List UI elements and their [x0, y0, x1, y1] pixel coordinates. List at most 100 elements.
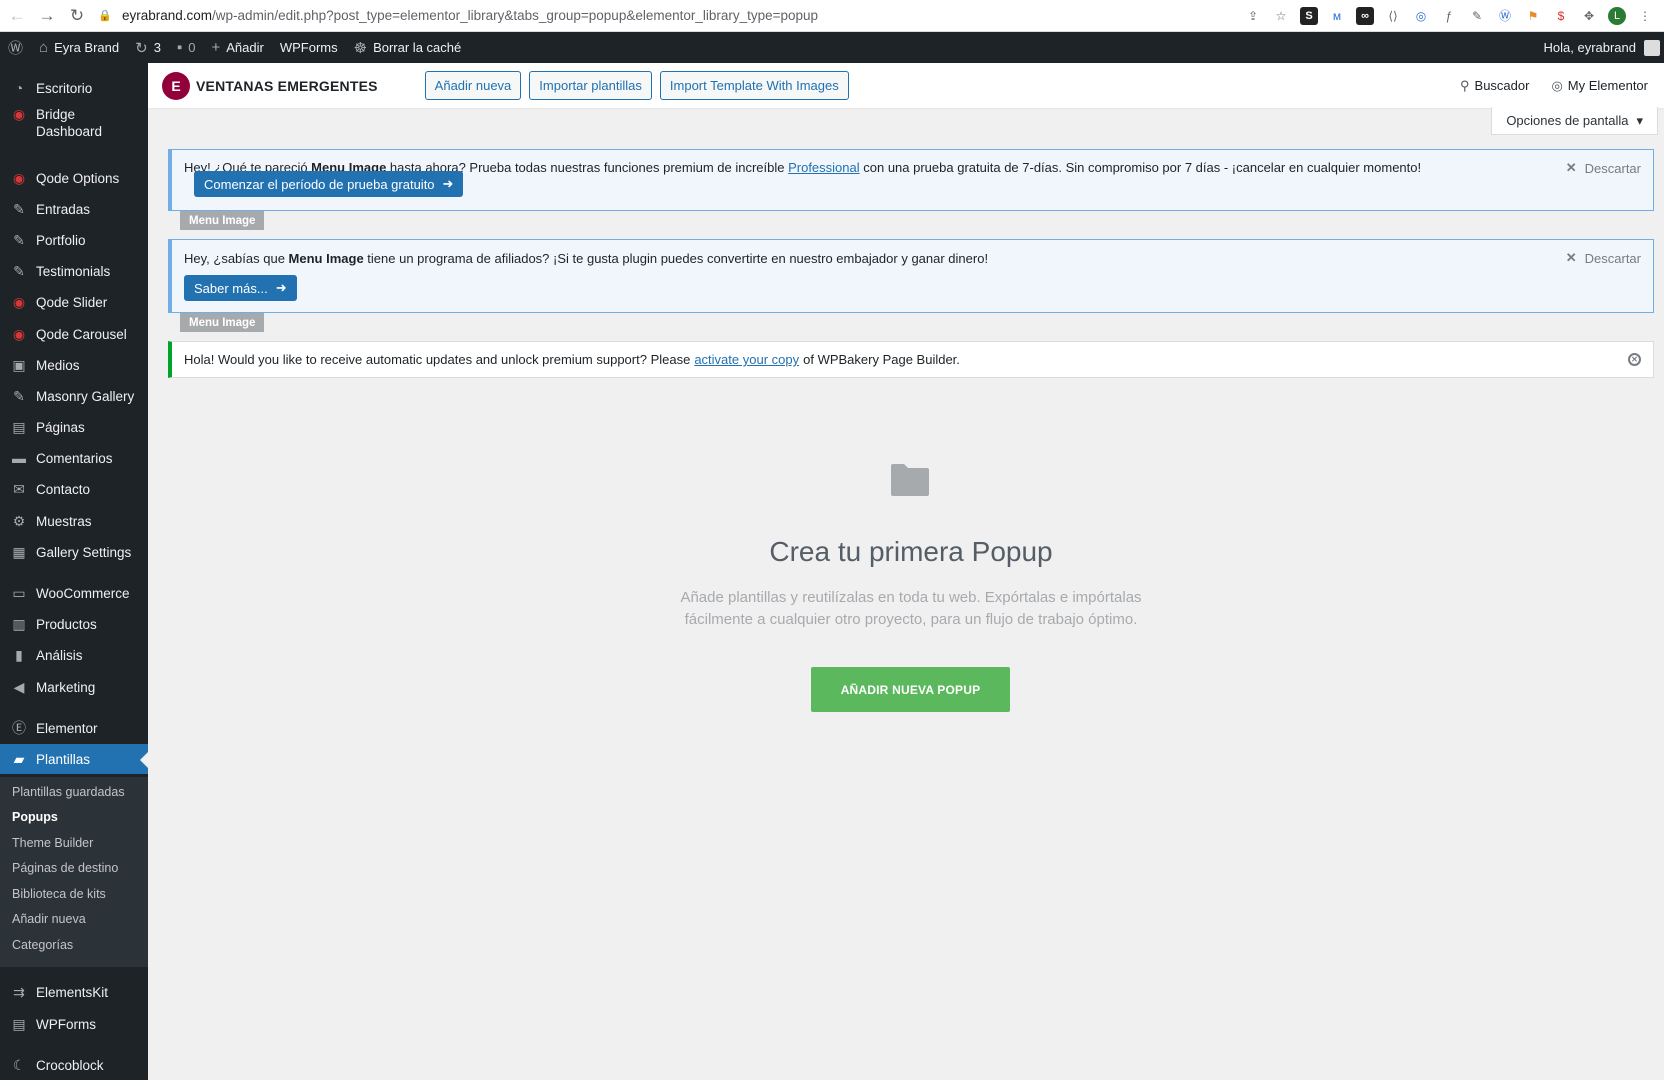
sidebar-item-entradas[interactable]: ✎ Entradas [0, 194, 148, 224]
submenu-item-anadir-nueva[interactable]: Añadir nueva [12, 912, 86, 926]
dismiss-button[interactable]: ✕ Descartar [1566, 160, 1641, 176]
add-new-popup-button[interactable]: AÑADIR NUEVA POPUP [811, 667, 1010, 712]
extensions-area: ⇪ ☆ S ᴍ ∞ ⟨⟩ ◎ ƒ ✎ Ⓦ ⚑ $ ✥ L ⋮ [1244, 6, 1664, 25]
submenu-item-biblioteca-kits[interactable]: Biblioteca de kits [12, 887, 106, 901]
oo-extension-icon[interactable]: ∞ [1356, 6, 1374, 25]
sidebar-item-bridge-dashboard[interactable]: ◉ Bridge Dashboard [0, 106, 148, 146]
star-icon[interactable]: ☆ [1272, 7, 1290, 25]
sidebar-item-muestras[interactable]: ⚙ Muestras [0, 506, 148, 536]
code-extension-icon[interactable]: ⟨⟩ [1384, 7, 1402, 25]
wordpress-extension-icon[interactable]: Ⓦ [1496, 7, 1514, 25]
menu-dots-icon[interactable]: ⋮ [1636, 7, 1654, 25]
sidebar-item-plantillas[interactable]: ▰ Plantillas [0, 744, 148, 774]
sidebar-item-comentarios[interactable]: ▬ Comentarios [0, 443, 148, 473]
screen-options-button[interactable]: Opciones de pantalla ▾ [1491, 107, 1658, 135]
search-link[interactable]: ⚲ Buscador [1460, 78, 1529, 94]
start-trial-button[interactable]: Comenzar el período de prueba gratuito ➜ [194, 171, 464, 197]
import-templates-button[interactable]: Importar plantillas [529, 71, 652, 100]
pen-extension-icon[interactable]: ✎ [1468, 7, 1486, 25]
sidebar-item-testimonials[interactable]: ✎ Testimonials [0, 256, 148, 286]
add-new-link[interactable]: + Añadir [204, 32, 272, 63]
add-new-label: Añadir [226, 40, 264, 55]
add-new-button[interactable]: Añadir nueva [424, 71, 522, 100]
sidebar-item-label: Análisis [36, 647, 83, 663]
clear-cache-link[interactable]: ☸ Borrar la caché [346, 32, 470, 63]
sidebar-item-masonry-gallery[interactable]: ✎ Masonry Gallery [0, 381, 148, 411]
puzzle-icon[interactable]: ✥ [1580, 7, 1598, 25]
cache-icon: ☸ [353, 39, 368, 57]
sidebar-item-label: Qode Options [36, 170, 120, 186]
sidebar-item-label: Crocoblock [36, 1057, 104, 1073]
browser-toolbar: ← → ↻ 🔒 eyrabrand.com/wp-admin/edit.php?… [0, 0, 1664, 32]
sidebar-item-marketing[interactable]: ◀ Marketing [0, 672, 148, 702]
sidebar-item-crocoblock[interactable]: ☾ Crocoblock [0, 1050, 148, 1080]
import-with-images-button[interactable]: Import Template With Images [659, 71, 849, 100]
caret-down-icon: ▾ [1636, 112, 1643, 128]
updates-link[interactable]: ↻ 3 [127, 32, 169, 63]
submenu-item-popups[interactable]: Popups [12, 810, 58, 824]
sidebar-item-label: ElementsKit [36, 984, 109, 1000]
plantillas-submenu: Plantillas guardadas Popups Theme Builde… [0, 777, 148, 967]
folder-icon: ▰ [13, 750, 25, 767]
site-name-link[interactable]: ⌂ Eyra Brand [31, 32, 127, 63]
url-path: /wp-admin/edit.php?post_type=elementor_l… [212, 8, 819, 23]
m-extension-icon[interactable]: ᴍ [1328, 7, 1346, 25]
sidebar-item-label: Testimonials [36, 263, 111, 279]
forms-icon: ▤ [12, 1015, 26, 1032]
sidebar-item-qode-slider[interactable]: ◉ Qode Slider [0, 287, 148, 317]
site-name: Eyra Brand [54, 40, 120, 55]
arrow-right-icon: ➜ [275, 280, 287, 295]
sidebar-item-portfolio[interactable]: ✎ Portfolio [0, 225, 148, 255]
learn-more-button[interactable]: Saber más... ➜ [184, 275, 297, 301]
elementor-header: E VENTANAS EMERGENTES Añadir nueva Impor… [148, 63, 1664, 108]
sidebar-item-label: WPForms [36, 1016, 96, 1032]
dismiss-button[interactable]: ✕ Descartar [1566, 250, 1641, 266]
greeting[interactable]: Hola, eyrabrand [1544, 40, 1637, 55]
sidebar-item-medios[interactable]: ▣ Medios [0, 350, 148, 380]
sidebar-item-wpforms[interactable]: ▤ WPForms [0, 1009, 148, 1039]
sidebar-item-qode-options[interactable]: ◉ Qode Options [0, 163, 148, 193]
forward-icon[interactable]: → [34, 3, 60, 29]
submenu-item-theme-builder[interactable]: Theme Builder [12, 836, 93, 850]
megaphone-icon: ◀ [13, 678, 25, 695]
s-red-extension-icon[interactable]: $ [1552, 7, 1570, 25]
empty-state-description: Añade plantillas y reutilízalas en toda … [680, 589, 1142, 628]
sidebar-item-paginas[interactable]: ▤ Páginas [0, 412, 148, 442]
share-icon[interactable]: ⇪ [1244, 7, 1262, 25]
sidebar-item-label: Medios [36, 357, 80, 373]
activate-copy-link[interactable]: activate your copy [694, 352, 799, 367]
c-extension-icon[interactable]: ◎ [1412, 7, 1430, 25]
sidebar-item-escritorio[interactable]: ◔ Escritorio [0, 73, 148, 103]
submenu-item-paginas-destino[interactable]: Páginas de destino [12, 861, 118, 875]
back-icon[interactable]: ← [4, 3, 30, 29]
wpforms-link[interactable]: WPForms [272, 32, 346, 63]
updates-icon: ↻ [135, 39, 148, 57]
flag-extension-icon[interactable]: ⚑ [1524, 7, 1542, 25]
reload-icon[interactable]: ↻ [64, 3, 90, 29]
submenu-item-plantillas-guardadas[interactable]: Plantillas guardadas [12, 785, 125, 799]
lock-icon: 🔒 [98, 10, 112, 22]
submenu-item-categorias[interactable]: Categorías [12, 938, 73, 952]
user-circle-icon: ◎ [1551, 77, 1563, 93]
qode-icon: ◉ [12, 325, 26, 342]
sidebar-item-qode-carousel[interactable]: ◉ Qode Carousel [0, 319, 148, 349]
close-circle-icon[interactable]: ✕ [1628, 353, 1641, 366]
sidebar-item-elementor[interactable]: Ⓔ Elementor [0, 713, 148, 743]
sidebar-item-elementskit[interactable]: ⇉ ElementsKit [0, 977, 148, 1007]
gear-icon: ⚙ [12, 512, 26, 529]
f-extension-icon[interactable]: ƒ [1440, 7, 1458, 25]
sidebar-item-analisis[interactable]: ▮ Análisis [0, 640, 148, 670]
sidebar-item-label: Muestras [36, 513, 92, 529]
my-elementor-link[interactable]: ◎ My Elementor [1551, 78, 1648, 94]
sidebar-item-contacto[interactable]: ✉ Contacto [0, 474, 148, 504]
screen-options-label: Opciones de pantalla [1506, 113, 1629, 128]
my-elementor-label: My Elementor [1567, 77, 1648, 93]
address-bar[interactable]: 🔒 eyrabrand.com/wp-admin/edit.php?post_t… [98, 3, 1244, 29]
professional-link[interactable]: Professional [788, 160, 860, 175]
user-avatar[interactable] [1644, 39, 1660, 56]
s-extension-icon[interactable]: S [1300, 6, 1318, 25]
profile-avatar[interactable]: L [1608, 6, 1626, 25]
notice-menu-image-affiliate: Hey, ¿sabías que Menu Image tiene un pro… [168, 239, 1654, 313]
comments-link[interactable]: ▪ 0 [169, 32, 204, 63]
wp-logo-icon[interactable]: Ⓦ [0, 32, 31, 63]
